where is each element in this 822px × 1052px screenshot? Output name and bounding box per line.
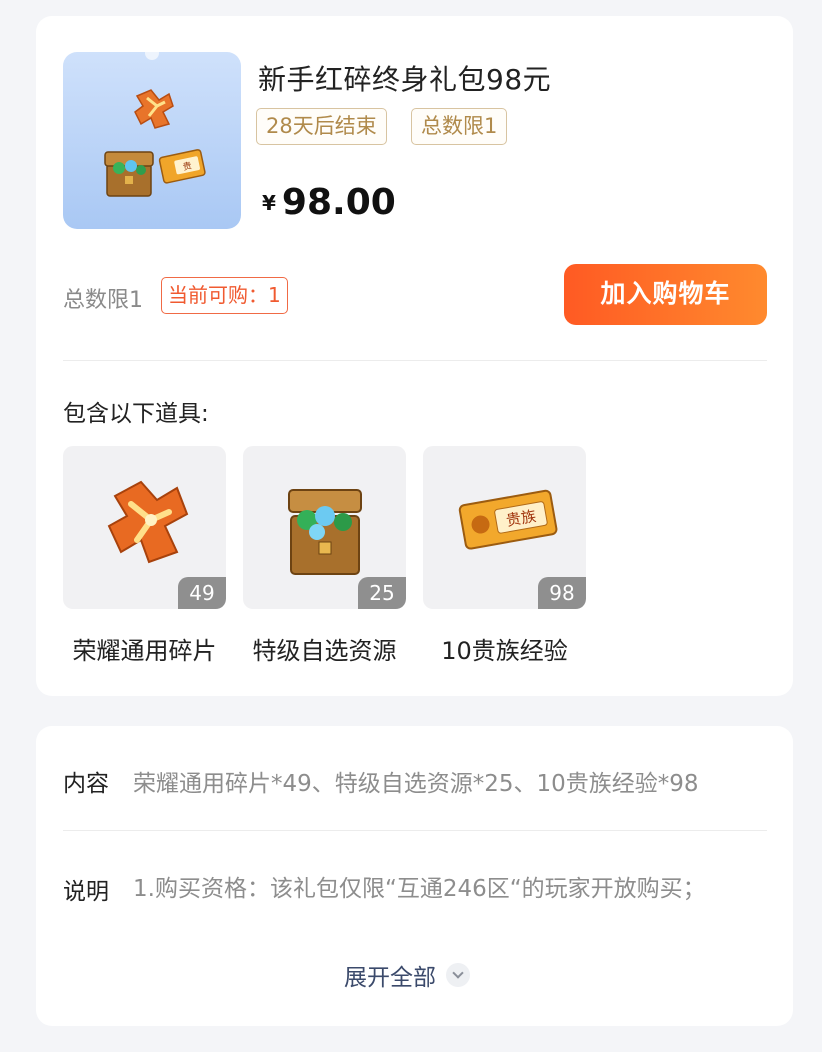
can-buy-badge: 当前可购：1 <box>161 277 288 314</box>
bundle-item[interactable]: 贵族 98 10贵族经验 <box>423 446 586 666</box>
expand-all-label: 展开全部 <box>344 965 436 991</box>
product-title: 新手红碎终身礼包98元 <box>258 63 552 96</box>
item-count: 25 <box>358 577 406 609</box>
chevron-down-icon <box>446 963 470 987</box>
currency-symbol: ¥ <box>262 191 276 215</box>
item-name: 10贵族经验 <box>441 637 568 665</box>
content-value: 荣耀通用碎片*49、特级自选资源*25、10贵族经验*98 <box>133 771 699 797</box>
item-image: 25 <box>243 446 406 609</box>
product-card: 贵 新手红碎终身礼包98元 28天后结束 总数限1 ¥98.00 总数限1 当前… <box>36 16 793 696</box>
description-label: 说明 <box>63 879 109 905</box>
item-name: 荣耀通用碎片 <box>72 637 217 665</box>
end-time-badge: 28天后结束 <box>256 108 387 145</box>
details-card: 内容 荣耀通用碎片*49、特级自选资源*25、10贵族经验*98 说明 1.购买… <box>36 726 793 1026</box>
divider <box>63 360 767 361</box>
price: ¥98.00 <box>262 182 396 223</box>
item-count: 49 <box>178 577 226 609</box>
item-count: 98 <box>538 577 586 609</box>
divider <box>63 830 767 831</box>
item-image: 49 <box>63 446 226 609</box>
content-label: 内容 <box>63 771 109 797</box>
bundle-item[interactable]: 25 特级自选资源 <box>243 446 406 666</box>
price-value: 98.00 <box>281 182 396 223</box>
contents-label: 包含以下道具: <box>63 401 209 427</box>
bundle-item[interactable]: 49 荣耀通用碎片 <box>63 446 226 666</box>
limit-badge: 总数限1 <box>411 108 508 145</box>
expand-all-button[interactable]: 展开全部 <box>344 958 470 992</box>
description-text: 1.购买资格：该礼包仅限“互通246区“的玩家开放购买； <box>133 876 706 902</box>
product-thumbnail: 贵 <box>63 52 241 229</box>
item-name: 特级自选资源 <box>252 637 397 665</box>
add-to-cart-button[interactable]: 加入购物车 <box>564 264 767 325</box>
total-limit-text: 总数限1 <box>63 288 143 313</box>
gift-bundle-icon: 贵 <box>104 89 206 197</box>
item-image: 贵族 98 <box>423 446 586 609</box>
